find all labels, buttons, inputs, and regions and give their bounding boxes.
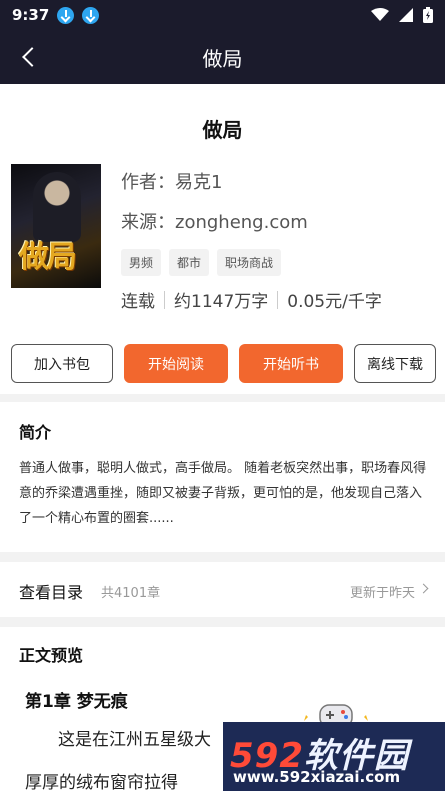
- chapter-title: 第1章 梦无痕: [25, 692, 128, 712]
- divider: [164, 290, 165, 309]
- preview-title: 正文预览: [19, 646, 84, 665]
- add-to-shelf-button[interactable]: 加入书包: [11, 344, 113, 383]
- book-word-count: 约1147万字: [174, 292, 269, 312]
- tag[interactable]: 职场商战: [217, 249, 282, 276]
- book-status: 连载: [121, 292, 155, 312]
- start-reading-button[interactable]: 开始阅读: [124, 344, 228, 383]
- intro-section: 简介 普通人做事，聪明人做式，高手做局。 随着老板突然出事，职场春风得意的乔梁遭…: [0, 402, 445, 552]
- watermark-url: www.592xiazai.com: [233, 768, 401, 786]
- table-of-contents-row[interactable]: 查看目录 共4101章 更新于昨天: [0, 562, 445, 617]
- chevron-right-icon: [418, 583, 429, 594]
- book-price: 0.05元/千字: [287, 292, 382, 312]
- book-source: 来源：zongheng.com: [121, 212, 308, 233]
- chevron-left-icon: [22, 47, 42, 67]
- book-title: 做局: [202, 118, 243, 142]
- chapter-count: 共4101章: [101, 586, 161, 601]
- book-info-card: 做局 做局 作者：易克1 来源：zongheng.com 男频 都市 职场商战 …: [0, 84, 445, 394]
- download-notification-icon: [57, 6, 75, 24]
- offline-download-button[interactable]: 离线下载: [354, 344, 436, 383]
- site-watermark-logo: 592软件园 www.592xiazai.com: [223, 722, 445, 791]
- status-bar: 9:37: [0, 0, 445, 30]
- download-notification-icon: [82, 6, 100, 24]
- intro-text: 普通人做事，聪明人做式，高手做局。 随着老板突然出事，职场春风得意的乔梁遭遇重挫…: [19, 461, 427, 526]
- book-stats: 连载 约1147万字 0.05元/千字: [121, 287, 382, 312]
- status-icons: [371, 7, 433, 23]
- cover-title-art: 做局: [19, 240, 77, 275]
- toc-label: 查看目录: [19, 583, 84, 602]
- tag[interactable]: 都市: [169, 249, 210, 276]
- back-button[interactable]: [14, 42, 44, 72]
- book-cover[interactable]: 做局: [11, 164, 101, 288]
- status-time: 9:37: [12, 6, 50, 24]
- intro-title: 简介: [19, 423, 52, 442]
- wifi-icon: [371, 8, 389, 21]
- preview-text-line: 这是在江州五星级大: [58, 730, 211, 750]
- start-listening-button[interactable]: 开始听书: [239, 344, 343, 383]
- battery-charging-icon: [423, 7, 433, 23]
- preview-text-line: 厚厚的绒布窗帘拉得: [25, 773, 178, 791]
- book-author: 作者：易克1: [121, 172, 223, 193]
- divider: [277, 290, 279, 309]
- page-title: 做局: [202, 46, 243, 71]
- top-nav-bar: 做局: [0, 30, 445, 84]
- update-time: 更新于昨天: [349, 586, 415, 601]
- book-tags: 男频 都市 职场商战: [121, 249, 282, 276]
- signal-icon: [399, 8, 413, 22]
- tag[interactable]: 男频: [121, 249, 162, 276]
